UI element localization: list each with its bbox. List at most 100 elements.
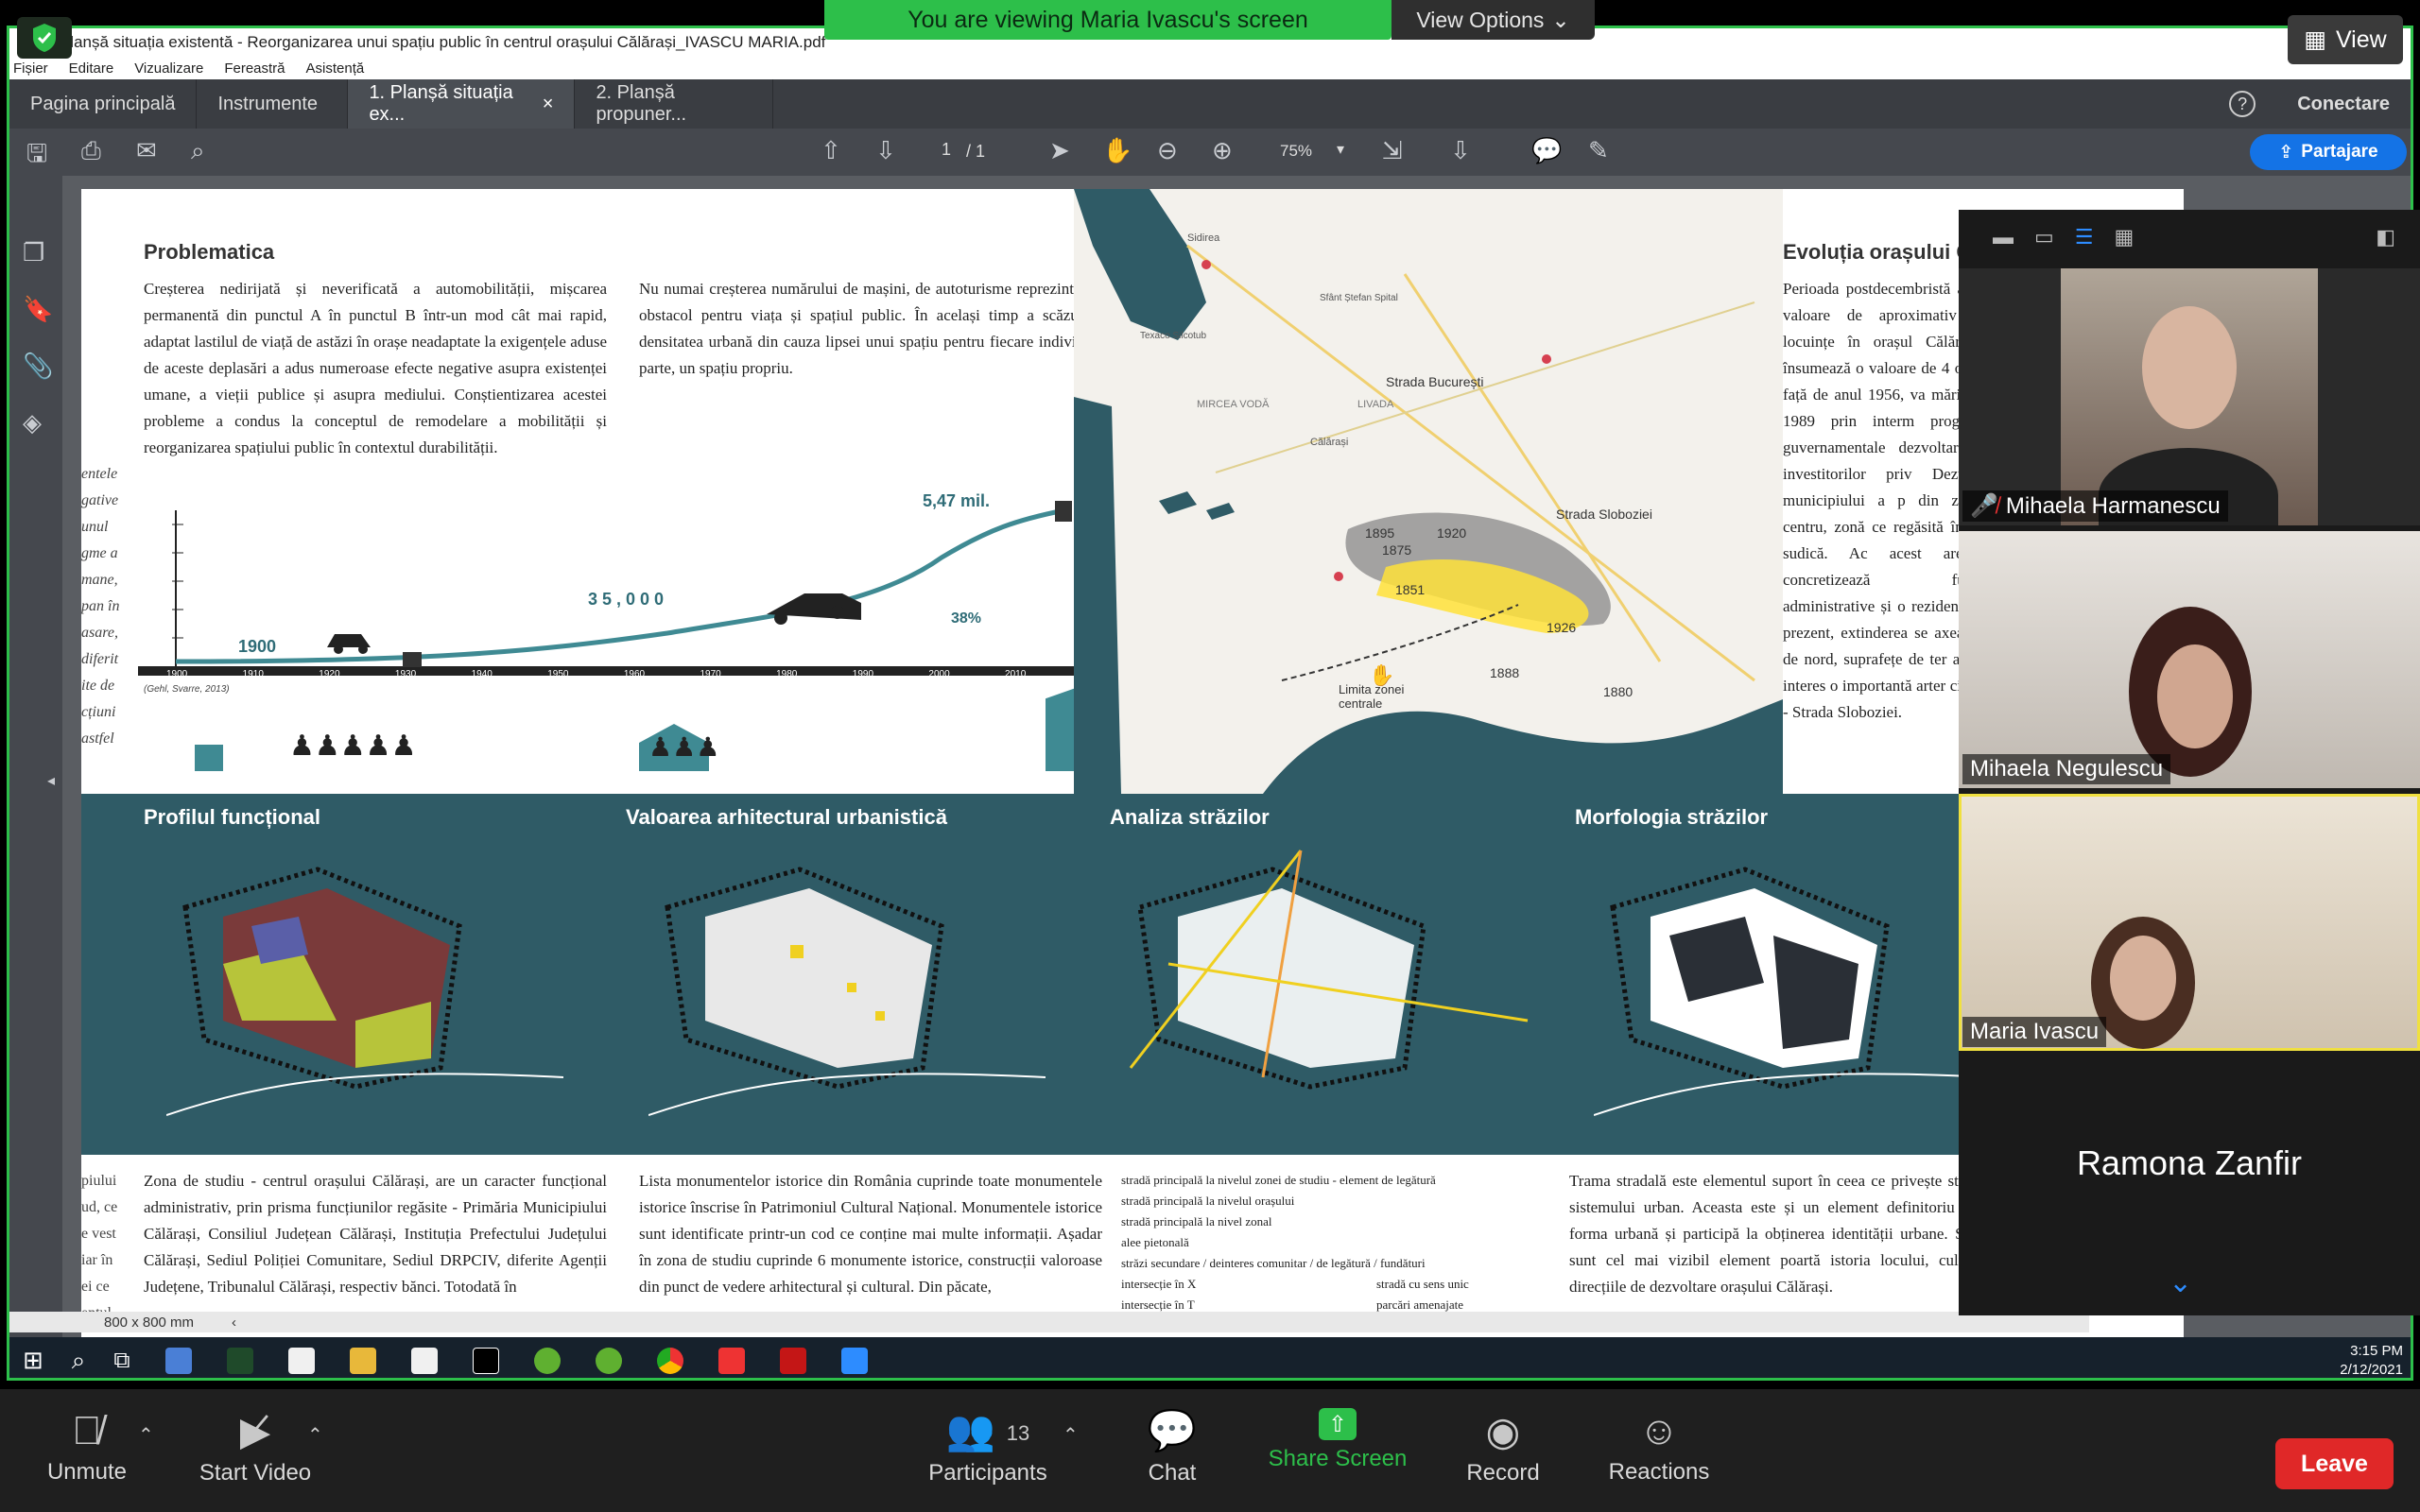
chart-source: (Gehl, Svarre, 2013) — [144, 684, 230, 695]
chat-button[interactable]: 💬 Chat — [1134, 1408, 1210, 1486]
pages-icon[interactable]: ❐ — [23, 238, 44, 267]
hand-tool-icon[interactable]: ✋ — [1102, 136, 1132, 165]
clock-time: 3:15 PM — [2350, 1342, 2403, 1359]
save-icon[interactable]: 🖫 — [26, 136, 47, 178]
video-off-icon: ▶̸ — [239, 1409, 271, 1453]
select-tool-icon[interactable]: ➤ — [1049, 136, 1070, 165]
unmute-button[interactable]: 🎙̸ Unmute — [32, 1408, 142, 1486]
chrome-app-icon[interactable] — [656, 1347, 683, 1374]
clock-date: 2/12/2021 — [2340, 1361, 2403, 1378]
scroll-down-icon[interactable]: ⌄ — [2169, 1266, 2192, 1299]
share-button[interactable]: ⇪ Partajare — [2250, 134, 2407, 170]
gallery-grid-icon[interactable]: ▦ — [2115, 225, 2135, 249]
leave-button[interactable]: Leave — [2275, 1438, 2394, 1489]
page-number-input[interactable]: 1 — [932, 140, 960, 164]
sign-in-button[interactable]: Conectare — [2276, 79, 2411, 129]
security-shield-badge[interactable] — [17, 17, 72, 59]
panel-title-streets: Analiza străzilor — [1110, 805, 1270, 829]
menu-view[interactable]: Vizualizare — [134, 60, 203, 77]
participant-video-tile[interactable]: 🎤̸ Mihaela Harmanescu — [1959, 268, 2420, 525]
vectorworks-app-icon[interactable] — [226, 1347, 253, 1374]
street-analysis-map — [1129, 850, 1529, 1090]
participant-video-tile-active-speaker[interactable]: Maria Ivascu — [1959, 794, 2420, 1051]
taskbar-search-icon[interactable]: ⌕ — [72, 1346, 86, 1376]
house-icon — [195, 745, 223, 771]
bookmark-icon[interactable]: 🔖 — [23, 295, 53, 324]
participants-button[interactable]: 👥 13 Participants — [917, 1408, 1059, 1486]
file-explorer-icon[interactable] — [349, 1347, 376, 1374]
tab-document-2[interactable]: 2. Planșă propuner... — [575, 79, 774, 129]
fit-page-icon[interactable]: ⇲ — [1382, 136, 1403, 165]
participants-icon: 👥 13 — [945, 1408, 1030, 1452]
chat-label: Chat — [1148, 1460, 1197, 1486]
tab-document-1[interactable]: 1. Planșă situația ex... × — [348, 79, 576, 129]
calculator-app-icon[interactable] — [164, 1347, 192, 1374]
view-button[interactable]: ▦ View — [2288, 15, 2403, 64]
help-button[interactable]: ? — [2208, 79, 2276, 129]
notepad-app-icon[interactable] — [410, 1347, 438, 1374]
share-screen-button[interactable]: ⇧ Share Screen — [1257, 1408, 1418, 1472]
video-options-chevron-icon[interactable]: ⌃ — [307, 1423, 323, 1447]
menu-help[interactable]: Asistență — [306, 60, 365, 77]
next-page-icon[interactable]: ⇩ — [875, 136, 896, 165]
menu-window[interactable]: Fereastră — [224, 60, 285, 77]
map-label: Sfânt Ștefan Spital — [1320, 293, 1398, 303]
analysis-band: Profilul funcțional Valoarea arhitectura… — [81, 794, 2184, 1155]
horizontal-scroll-left-icon[interactable]: ‹ — [232, 1314, 236, 1331]
tab-tools[interactable]: Instrumente — [197, 79, 349, 129]
acrobat-app-icon[interactable] — [779, 1347, 806, 1374]
participants-options-chevron-icon[interactable]: ⌃ — [1063, 1423, 1079, 1447]
map-label: 1875 — [1382, 542, 1412, 558]
grid-view-icon: ▦ — [2304, 26, 2326, 53]
print-icon[interactable]: ⎙ — [81, 136, 101, 166]
comment-icon[interactable]: 💬 — [1531, 136, 1562, 165]
speaker-view-icon[interactable]: ▭ — [2034, 225, 2054, 249]
minimize-video-icon[interactable]: ▬ — [1993, 225, 2014, 249]
zoom-level-select[interactable]: 75% — [1280, 142, 1342, 161]
collapse-sidebar-icon[interactable]: ◂ — [47, 771, 55, 790]
participant-video-tile[interactable]: Mihaela Negulescu — [1959, 531, 2420, 788]
search-icon[interactable]: ⌕ — [191, 136, 205, 166]
attachment-icon[interactable]: 📎 — [23, 352, 53, 381]
document-app-icon[interactable] — [287, 1347, 315, 1374]
audio-options-chevron-icon[interactable]: ⌃ — [138, 1423, 154, 1447]
previous-page-icon[interactable]: ⇧ — [821, 136, 841, 165]
menu-file[interactable]: Fișier — [13, 60, 48, 77]
utorrent-app-icon[interactable] — [533, 1347, 561, 1374]
layers-icon[interactable]: ◈ — [23, 408, 42, 438]
tab-home[interactable]: Pagina principală — [9, 79, 198, 129]
scroll-mode-icon[interactable]: ⇩ — [1450, 136, 1471, 165]
strip-view-icon[interactable]: ☰ — [2075, 225, 2094, 249]
windows-start-icon[interactable]: ⊞ — [23, 1346, 43, 1375]
acrobat-menu-bar: Fișier Editare Vizualizare Fereastră Asi… — [9, 57, 2411, 79]
zoom-dropdown-icon[interactable]: ▾ — [1337, 140, 1344, 159]
task-view-icon[interactable]: ⧉ — [113, 1348, 130, 1374]
draw-icon[interactable]: ✎ — [1588, 136, 1609, 165]
legend-item: stradă principală la nivelul zonei de st… — [1121, 1173, 1436, 1187]
city-map-drawing — [1074, 189, 1783, 794]
email-icon[interactable]: ✉ — [136, 136, 157, 165]
map-label: 1888 — [1490, 665, 1520, 680]
system-clock[interactable]: 3:15 PM 2/12/2021 — [2340, 1342, 2403, 1379]
record-button[interactable]: ◉ Record — [1456, 1408, 1550, 1486]
pdf-page: Problematica Creșterea nedirijată și nev… — [81, 189, 2184, 1338]
archicad-app-icon[interactable] — [472, 1347, 499, 1374]
menu-edit[interactable]: Editare — [69, 60, 114, 77]
face-skin — [2157, 644, 2233, 748]
reactions-icon: ☺ — [1638, 1408, 1680, 1452]
anydesk-app-icon[interactable] — [717, 1347, 745, 1374]
start-video-button[interactable]: ▶̸ Start Video — [189, 1408, 321, 1486]
zoom-app-icon[interactable] — [840, 1347, 868, 1374]
zoom-out-icon[interactable]: ⊖ — [1157, 136, 1178, 165]
year-tick: 2000 — [928, 669, 950, 679]
participant-video-off-tile[interactable]: Ramona Zanfir — [1959, 1058, 2420, 1266]
zoom-in-icon[interactable]: ⊕ — [1212, 136, 1233, 165]
view-options-button[interactable]: View Options ⌄ — [1392, 0, 1595, 40]
utorrent-2-app-icon[interactable] — [595, 1347, 622, 1374]
city-map: Sidirea Sfânt Ștefan Spital Texaco Silco… — [1074, 189, 1783, 794]
close-tab-icon[interactable]: × — [543, 94, 554, 115]
record-icon: ◉ — [1485, 1409, 1521, 1453]
hide-videos-icon[interactable]: ◧ — [2376, 225, 2395, 249]
reactions-button[interactable]: ☺ Reactions — [1598, 1408, 1720, 1486]
page-size-status: 800 x 800 mm ‹ — [9, 1312, 2089, 1332]
